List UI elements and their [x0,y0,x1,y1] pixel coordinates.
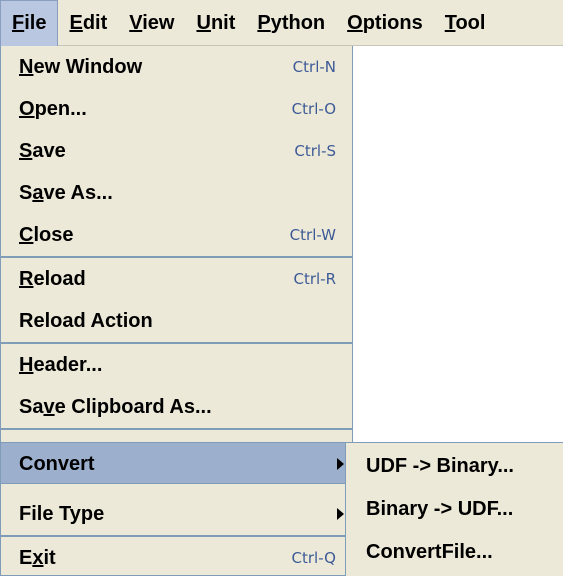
menu-item-header[interactable]: Header... [1,344,352,386]
menu-item-save-clipboard-as[interactable]: Save Clipboard As... [1,386,352,428]
exit-mnemonic: x [32,547,44,569]
exit-label: Exit [19,537,56,579]
close-label-post: lose [33,224,74,246]
submenu-item-convert-file[interactable]: ConvertFile... [346,531,563,573]
submenu-item-binary-to-udf[interactable]: Binary -> UDF... [346,488,563,530]
menu-python-mnemonic: P [257,11,271,34]
submenu-arrow-icon [337,458,344,470]
reload-label-post: eload [33,268,86,290]
convert-file-label: ConvertFile... [366,541,493,563]
new-window-label-post: ew Window [33,56,143,78]
exit-label-pre: E [19,547,33,569]
menu-file-label: ile [24,11,47,34]
menu-unit-mnemonic: U [196,11,211,34]
file-menu-dropdown: New Window Ctrl-N Open... Ctrl-O Save Ct… [0,46,353,576]
menu-file-mnemonic: F [12,11,25,34]
new-window-shortcut: Ctrl-N [292,58,336,76]
menu-tools[interactable]: Tool [434,0,497,46]
menu-unit-label: nit [210,11,236,34]
menu-options-label: ptions [362,11,423,34]
menu-tools-mnemonic: T [444,11,456,34]
menu-item-close[interactable]: Close Ctrl-W [1,214,352,256]
open-label: Open... [19,88,87,130]
save-as-mnemonic: a [32,182,44,204]
menu-options[interactable]: Options [336,0,434,46]
exit-label-post: it [43,547,56,569]
reload-action-label: Reload Action [19,310,153,332]
save-mnemonic: S [19,140,33,162]
menu-options-mnemonic: O [347,11,363,34]
menu-item-file-type[interactable]: File Type [1,493,352,535]
save-clipboard-label-pre: Sa [19,396,44,418]
menu-item-exit[interactable]: Exit Ctrl-Q [1,537,352,579]
menu-view-mnemonic: V [129,11,143,34]
save-as-label-pre: S [19,182,33,204]
exit-shortcut: Ctrl-Q [291,549,336,567]
convert-label: Convert [19,453,95,475]
menu-item-open[interactable]: Open... Ctrl-O [1,88,352,130]
save-clipboard-mnemonic: v [43,396,55,418]
convert-submenu: UDF -> Binary... Binary -> UDF... Conver… [345,442,563,576]
menu-item-reload[interactable]: Reload Ctrl-R [1,258,352,300]
save-clipboard-label-post: e Clipboard As... [54,396,212,418]
menu-python[interactable]: Python [246,0,336,46]
reload-shortcut: Ctrl-R [293,270,336,288]
menu-edit[interactable]: Edit [58,0,118,46]
file-type-label: File Type [19,503,105,525]
menu-python-label: ython [270,11,326,34]
menu-separator [1,428,352,430]
save-as-label: Save As... [19,172,113,214]
new-window-mnemonic: N [19,56,34,78]
open-mnemonic: O [19,98,35,120]
menu-item-save[interactable]: Save Ctrl-S [1,130,352,172]
close-shortcut: Ctrl-W [289,226,336,244]
menu-item-reload-action[interactable]: Reload Action [1,300,352,342]
save-clipboard-label: Save Clipboard As... [19,386,212,428]
menu-item-convert[interactable]: Convert [1,442,352,484]
submenu-arrow-icon [337,508,344,520]
save-label: Save [19,130,66,172]
menu-item-save-as[interactable]: Save As... [1,172,352,214]
menu-edit-mnemonic: E [69,11,83,34]
menu-unit[interactable]: Unit [185,0,246,46]
submenu-item-udf-to-binary[interactable]: UDF -> Binary... [346,445,563,487]
menu-edit-label: dit [82,11,108,34]
header-mnemonic: H [19,354,34,376]
header-label: Header... [19,344,102,386]
save-shortcut: Ctrl-S [294,142,336,160]
udf-to-binary-label: UDF -> Binary... [366,455,514,477]
menu-bar: File Edit View Unit Python Options Tool [0,0,563,46]
close-label: Close [19,214,73,256]
open-label-post: pen... [34,98,87,120]
save-as-label-post: ve As... [43,182,113,204]
reload-label: Reload [19,258,86,300]
binary-to-udf-label: Binary -> UDF... [366,498,514,520]
menu-view[interactable]: View [118,0,185,46]
header-label-post: eader... [33,354,103,376]
menu-view-label: iew [142,11,175,34]
open-shortcut: Ctrl-O [291,100,336,118]
menu-file[interactable]: File [0,0,59,46]
menu-tools-label: ool [455,11,486,34]
save-label-post: ave [32,140,66,162]
reload-mnemonic: R [19,268,34,290]
new-window-label: New Window [19,46,142,88]
close-mnemonic: C [19,224,34,246]
menu-item-new-window[interactable]: New Window Ctrl-N [1,46,352,88]
